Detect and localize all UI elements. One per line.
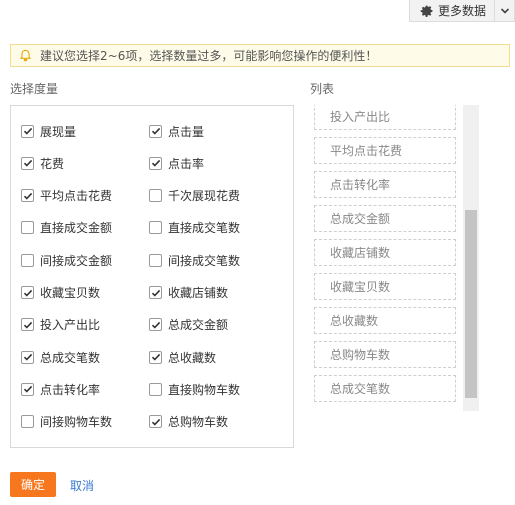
metric-option[interactable]: 投入产出比 bbox=[21, 316, 100, 334]
metric-label: 直接成交笔数 bbox=[168, 221, 241, 236]
list-item[interactable]: 收藏店铺数 bbox=[314, 239, 456, 266]
scrollbar-thumb[interactable] bbox=[463, 210, 479, 398]
cancel-link[interactable]: 取消 bbox=[70, 477, 94, 494]
list-item[interactable]: 收藏宝贝数 bbox=[314, 273, 456, 300]
checkbox-unchecked[interactable] bbox=[21, 221, 34, 235]
list-item[interactable]: 总收藏数 bbox=[314, 307, 456, 334]
metrics-title: 选择度量 bbox=[10, 82, 59, 96]
metrics-panel: 展现量 点击量花费 点击率平均点击花费 千次展现花费直接成交金额 直接成交笔数间接成交金… bbox=[10, 105, 294, 448]
checkbox-unchecked[interactable] bbox=[149, 221, 162, 235]
metric-label: 间接购物车数 bbox=[40, 415, 113, 430]
metric-option[interactable]: 间接成交笔数 bbox=[149, 251, 240, 269]
checkbox-checked[interactable] bbox=[21, 124, 34, 138]
metric-option[interactable]: 点击率 bbox=[149, 154, 204, 172]
metric-option[interactable]: 花费 bbox=[21, 154, 64, 172]
confirm-button[interactable]: 确定 bbox=[10, 472, 56, 497]
metric-label: 收藏宝贝数 bbox=[40, 286, 101, 300]
metric-option[interactable]: 点击转化率 bbox=[21, 380, 100, 398]
checkbox-unchecked[interactable] bbox=[21, 415, 34, 429]
list-item[interactable]: 点击转化率 bbox=[314, 171, 456, 198]
metric-label: 总收藏数 bbox=[168, 350, 217, 365]
metric-label: 直接成交金额 bbox=[40, 221, 113, 236]
metric-label: 千次展现花费 bbox=[168, 189, 241, 204]
metric-label: 花费 bbox=[40, 156, 65, 171]
metric-label: 总购物车数 bbox=[168, 415, 229, 430]
selected-list: 投入产出比平均点击花费 点击转化率总成交金额收藏店铺数收藏宝贝数总收藏数总购物车数… bbox=[312, 105, 480, 411]
metric-label: 收藏店铺数 bbox=[168, 286, 229, 300]
more-data-button[interactable]: 更多数据 bbox=[409, 0, 495, 22]
checkbox-checked[interactable] bbox=[21, 286, 34, 299]
metric-option[interactable]: 总成交笔数 bbox=[21, 348, 100, 366]
top-toolbar: 更多数据 bbox=[0, 0, 515, 22]
metric-option[interactable]: 直接成交笔数 bbox=[149, 219, 240, 237]
gear-icon bbox=[420, 5, 433, 17]
list-item[interactable]: 投入产出比 bbox=[314, 105, 456, 130]
metric-label: 间接成交金额 bbox=[40, 253, 113, 268]
checkbox-checked[interactable] bbox=[149, 350, 162, 364]
metric-label: 总成交金额 bbox=[168, 318, 229, 333]
chevron-down-icon bbox=[500, 7, 509, 14]
checkbox-unchecked[interactable] bbox=[149, 253, 162, 267]
metric-option[interactable]: 展现量 bbox=[21, 122, 76, 140]
bell-icon bbox=[19, 49, 32, 62]
metric-option[interactable]: 千次展现花费 bbox=[149, 187, 240, 205]
more-data-dropdown[interactable] bbox=[495, 0, 515, 22]
warning-text: 建议您选择2~6项，选择数量过多，可能影响您操作的便利性！ bbox=[40, 49, 378, 63]
checkbox-checked[interactable] bbox=[149, 286, 162, 299]
warning-banner: 建议您选择2~6项，选择数量过多，可能影响您操作的便利性！ bbox=[10, 44, 510, 67]
list-title: 列表 bbox=[310, 82, 335, 96]
checkbox-checked[interactable] bbox=[21, 350, 34, 364]
metric-label: 点击率 bbox=[168, 156, 205, 171]
metric-label: 总成交笔数 bbox=[40, 350, 101, 365]
checkbox-checked[interactable] bbox=[149, 415, 162, 429]
metric-option[interactable]: 平均点击花费 bbox=[21, 187, 112, 205]
checkbox-unchecked[interactable] bbox=[149, 382, 162, 396]
list-item[interactable]: 总成交金额 bbox=[314, 205, 456, 232]
checkbox-checked[interactable] bbox=[21, 318, 34, 332]
checkbox-checked[interactable] bbox=[21, 156, 34, 170]
metric-option[interactable]: 总收藏数 bbox=[149, 348, 216, 366]
more-data-label: 更多数据 bbox=[438, 4, 487, 18]
metric-option[interactable]: 收藏店铺数 bbox=[149, 284, 228, 302]
checkbox-unchecked[interactable] bbox=[149, 189, 162, 203]
metric-label: 点击量 bbox=[168, 124, 205, 139]
metric-option[interactable]: 收藏宝贝数 bbox=[21, 284, 100, 302]
checkbox-checked[interactable] bbox=[21, 189, 34, 203]
list-item[interactable]: 总购物车数 bbox=[314, 341, 456, 368]
checkbox-checked[interactable] bbox=[149, 318, 162, 332]
metric-label: 直接购物车数 bbox=[168, 382, 241, 397]
metric-label: 展现量 bbox=[40, 124, 77, 139]
metric-option[interactable]: 直接成交金额 bbox=[21, 219, 112, 237]
metric-label: 间接成交笔数 bbox=[168, 253, 241, 268]
checkbox-checked[interactable] bbox=[149, 124, 162, 138]
metric-label: 点击转化率 bbox=[40, 382, 101, 397]
checkbox-checked[interactable] bbox=[21, 382, 34, 396]
metric-label: 投入产出比 bbox=[40, 318, 101, 333]
metric-option[interactable]: 间接购物车数 bbox=[21, 413, 112, 431]
metric-option[interactable]: 总成交金额 bbox=[149, 316, 228, 334]
metric-label: 平均点击花费 bbox=[40, 189, 113, 204]
metric-option[interactable]: 间接成交金额 bbox=[21, 251, 112, 269]
list-item[interactable]: 总成交笔数 bbox=[314, 375, 456, 402]
checkbox-checked[interactable] bbox=[149, 156, 162, 170]
list-item[interactable]: 平均点击花费 bbox=[314, 137, 456, 164]
metric-option[interactable]: 总购物车数 bbox=[149, 413, 228, 431]
metric-option[interactable]: 点击量 bbox=[149, 122, 204, 140]
metric-option[interactable]: 直接购物车数 bbox=[149, 380, 240, 398]
checkbox-unchecked[interactable] bbox=[21, 253, 34, 267]
